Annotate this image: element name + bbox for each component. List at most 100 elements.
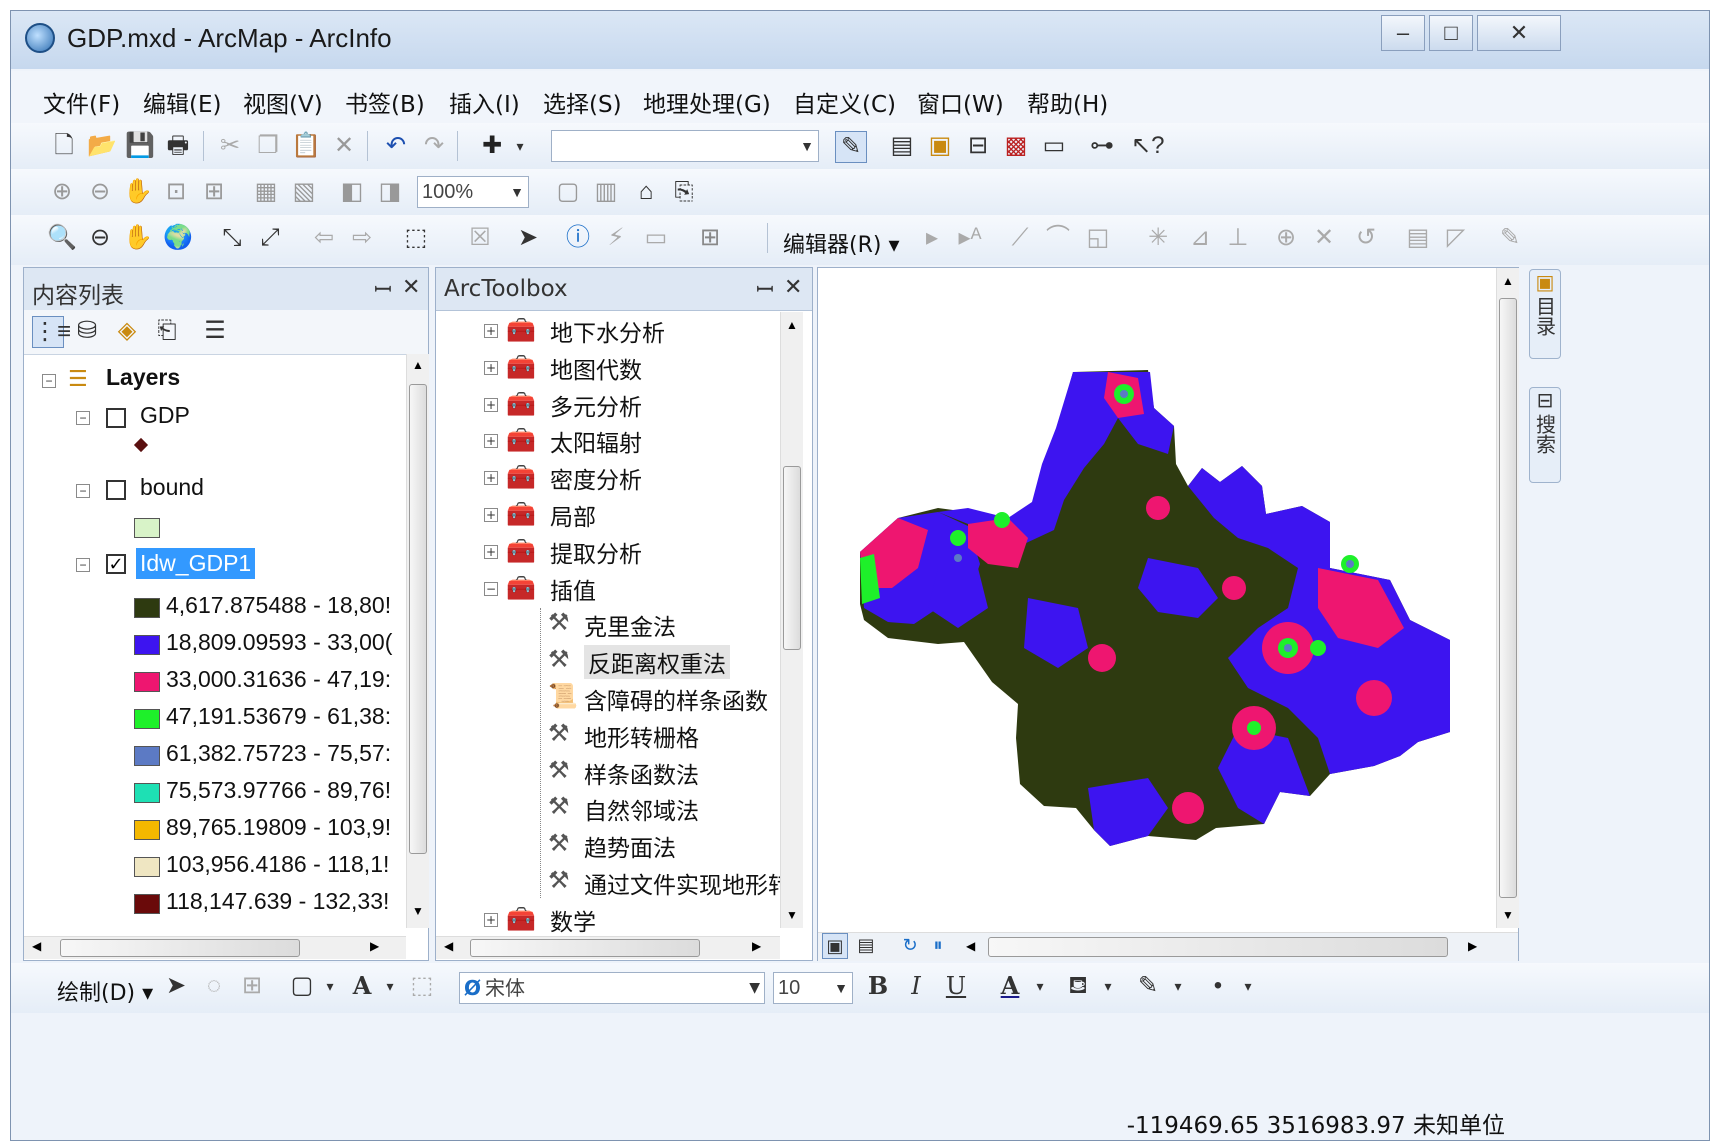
chevron-down-icon[interactable]: ▾ xyxy=(315,971,345,1001)
endpoint-arc-icon[interactable]: ⌒ xyxy=(1043,223,1073,253)
sketch-properties-icon[interactable]: ◸ xyxy=(1441,223,1471,253)
toolset-item[interactable]: + 🧰 多元分析 xyxy=(484,388,784,421)
catalog-icon[interactable]: ▣ xyxy=(925,131,955,161)
copy-icon[interactable]: ❐ xyxy=(253,131,283,161)
list-by-source-icon[interactable]: ⛁ xyxy=(72,316,102,346)
collapse-icon[interactable]: − xyxy=(76,411,90,425)
font-size-combo[interactable]: 10 ▼ xyxy=(773,972,853,1004)
edit-tool-icon[interactable]: ▸ xyxy=(917,223,947,253)
rotate-icon[interactable]: ◌ xyxy=(199,971,229,1001)
edit-vertices-icon[interactable]: ⊿ xyxy=(1185,223,1215,253)
scroll-thumb[interactable] xyxy=(783,466,801,650)
chevron-down-icon[interactable]: ▾ xyxy=(1093,971,1123,1001)
scroll-up-icon[interactable]: ▲ xyxy=(1502,274,1514,288)
toolbox-vertical-scrollbar[interactable]: ▲ ▼ xyxy=(780,312,803,928)
fixed-zoom-out-map-icon[interactable]: ⤢ xyxy=(255,223,285,253)
paste-icon[interactable]: 📋 xyxy=(291,131,321,161)
split-icon[interactable]: ✕ xyxy=(1309,223,1339,253)
delete-icon[interactable]: ✕ xyxy=(329,131,359,161)
list-by-drawing-order-icon[interactable]: ⋮≡ xyxy=(32,316,71,348)
catalog-side-tab[interactable]: ▣ 目录 xyxy=(1529,269,1561,359)
data-view-icon[interactable]: ▣ xyxy=(822,933,848,959)
select-features-icon[interactable]: ⬚ xyxy=(401,223,431,253)
map-vertical-scrollbar[interactable]: ▲ ▼ xyxy=(1496,268,1519,928)
measure-icon[interactable]: ⊞ xyxy=(695,223,725,253)
zoom-out-icon[interactable]: ⊖ xyxy=(85,223,115,253)
zoom-whole-page-icon[interactable]: ⊡ xyxy=(161,177,191,207)
midpoint-icon[interactable]: ✳ xyxy=(1143,223,1173,253)
scroll-up-icon[interactable]: ▲ xyxy=(786,318,798,332)
zoom-in-page-icon[interactable]: ⊕ xyxy=(47,177,77,207)
close-window-button[interactable]: ✕ xyxy=(1477,15,1561,51)
font-color-button[interactable]: A xyxy=(995,971,1025,1001)
scroll-left-icon[interactable]: ◀ xyxy=(966,939,975,953)
html-popup-icon[interactable]: ▭ xyxy=(641,223,671,253)
rectangle-icon[interactable]: ▢ xyxy=(287,971,317,1001)
data-frame-layers[interactable]: Layers xyxy=(106,364,180,391)
pause-drawing-icon[interactable]: ⏸ xyxy=(926,933,950,957)
marker-color-icon[interactable]: • xyxy=(1203,971,1233,1001)
menu-help[interactable]: 帮助(H) xyxy=(1027,85,1108,119)
search-window-icon[interactable]: ⊟ xyxy=(963,131,993,161)
go-back-icon[interactable]: ⇦ xyxy=(309,223,339,253)
scroll-right-icon[interactable]: ▶ xyxy=(1468,939,1477,953)
layer-visibility-checkbox[interactable] xyxy=(106,408,126,428)
modelbuilder-icon[interactable]: ⊶ xyxy=(1087,131,1117,161)
expand-icon[interactable]: + xyxy=(484,324,498,338)
map-display[interactable] xyxy=(818,268,1494,928)
menu-geoprocessing[interactable]: 地理处理(G) xyxy=(643,85,771,119)
select-elements-icon[interactable]: ➤ xyxy=(161,971,191,1001)
fixed-zoom-out-icon[interactable]: ▧ xyxy=(289,177,319,207)
toolset-item[interactable]: + 🧰 提取分析 xyxy=(484,535,784,568)
maximize-button[interactable]: □ xyxy=(1429,15,1473,51)
pan-icon[interactable]: ✋ xyxy=(123,223,153,253)
zoom-out-page-icon[interactable]: ⊖ xyxy=(85,177,115,207)
python-window-icon[interactable]: ▭ xyxy=(1039,131,1069,161)
new-text-icon[interactable]: A xyxy=(347,971,377,1001)
layer-name[interactable]: bound xyxy=(140,474,204,501)
scroll-right-icon[interactable]: ▶ xyxy=(370,939,379,953)
arctoolbox-icon[interactable]: ▩ xyxy=(1001,131,1031,161)
menu-windows[interactable]: 窗口(W) xyxy=(917,85,1004,119)
straight-segment-icon[interactable]: ⟋ xyxy=(1005,223,1035,253)
expand-icon[interactable]: + xyxy=(484,360,498,375)
bold-button[interactable]: B xyxy=(863,971,893,1001)
fixed-zoom-in-icon[interactable]: ▦ xyxy=(251,177,281,207)
italic-button[interactable]: I xyxy=(901,971,931,1001)
menu-insert[interactable]: 插入(I) xyxy=(449,85,520,119)
list-by-selection-icon[interactable]: ⎗ xyxy=(152,316,182,346)
toc-vertical-scrollbar[interactable]: ▲ ▼ xyxy=(406,354,429,928)
pan-page-icon[interactable]: ✋ xyxy=(123,177,153,207)
chevron-down-icon[interactable]: ▾ xyxy=(1025,971,1055,1001)
save-icon[interactable]: 💾 xyxy=(125,131,155,161)
zoom-percent-combo[interactable]: 100% ▼ xyxy=(417,176,529,208)
menu-bookmarks[interactable]: 书签(B) xyxy=(345,85,425,119)
editor-menu[interactable]: 编辑器(R) ▾ xyxy=(783,227,900,259)
chevron-down-icon[interactable]: ▾ xyxy=(505,131,535,161)
whats-this-help-icon[interactable]: ↖? xyxy=(1131,131,1164,161)
select-elements-icon[interactable]: ➤ xyxy=(513,223,543,253)
scroll-up-icon[interactable]: ▲ xyxy=(412,358,424,372)
menu-view[interactable]: 视图(V) xyxy=(243,85,323,119)
options-icon[interactable]: ☰ xyxy=(200,316,230,346)
editor-toolbar-icon[interactable]: ✎ xyxy=(835,131,867,163)
expand-icon[interactable]: + xyxy=(484,544,498,559)
fixed-zoom-in-map-icon[interactable]: ⤡ xyxy=(217,223,247,253)
rotate-icon[interactable]: ↺ xyxy=(1351,223,1381,253)
zoom-to-selected-icon[interactable]: ⊞ xyxy=(237,971,267,1001)
close-icon[interactable]: ✕ xyxy=(402,274,420,300)
underline-button[interactable]: U xyxy=(941,971,971,1001)
clear-selection-icon[interactable]: ☒ xyxy=(465,223,495,253)
change-layout-icon[interactable]: ⌂ xyxy=(631,177,661,207)
new-document-icon[interactable]: 🗋 xyxy=(49,131,79,161)
draw-menu[interactable]: 绘制(D) ▾ xyxy=(57,975,153,1007)
chevron-down-icon[interactable]: ▾ xyxy=(1163,971,1193,1001)
data-driven-pages-icon[interactable]: ⎘ xyxy=(669,177,699,207)
expand-icon[interactable]: + xyxy=(484,912,498,927)
redo-icon[interactable]: ↷ xyxy=(419,131,449,161)
collapse-icon[interactable]: − xyxy=(76,558,90,572)
collapse-icon[interactable]: − xyxy=(76,484,90,498)
scroll-thumb[interactable] xyxy=(988,937,1448,957)
create-features-icon[interactable]: ✎ xyxy=(1495,223,1525,253)
expand-icon[interactable]: + xyxy=(484,397,498,412)
